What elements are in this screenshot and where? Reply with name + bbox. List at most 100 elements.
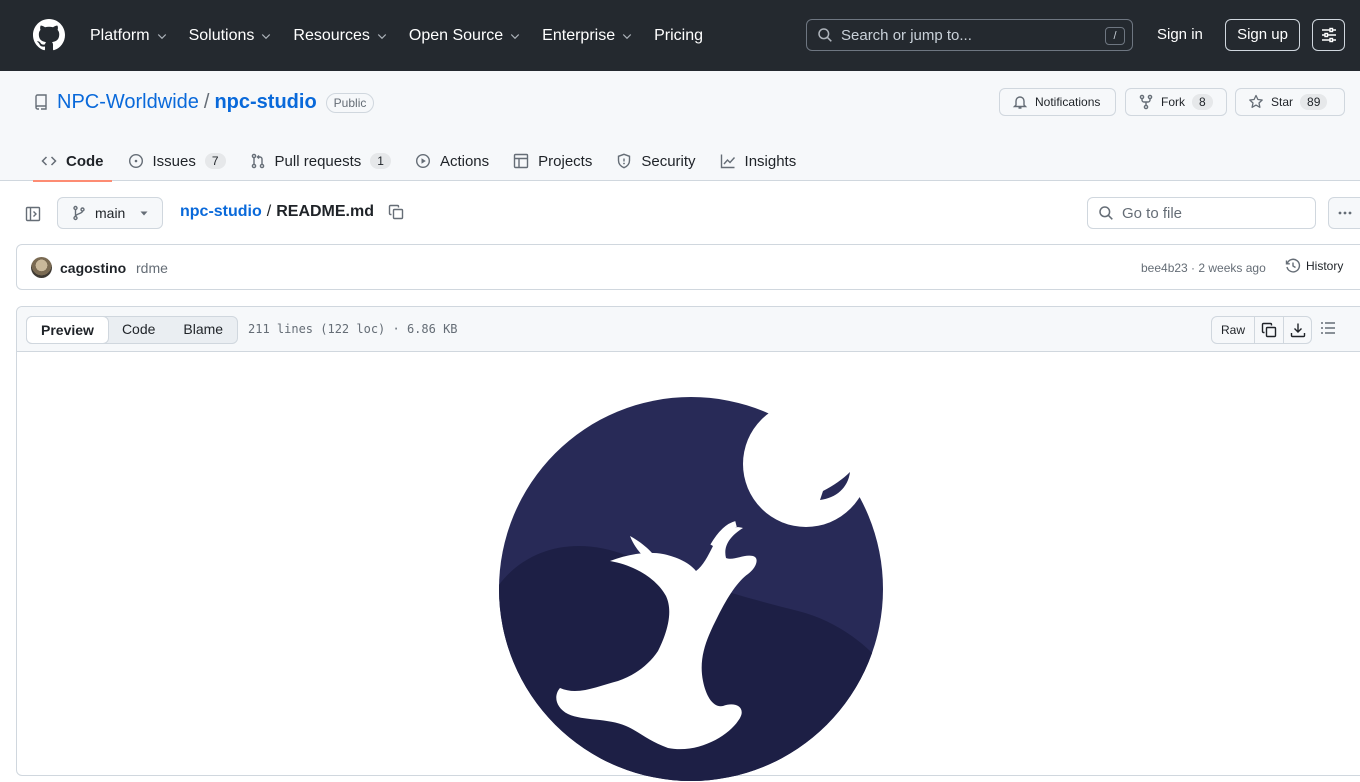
- nav-resources-label: Resources: [293, 26, 370, 44]
- howling-creature-moon-logo-icon: [499, 397, 883, 781]
- breadcrumb-repo-link[interactable]: npc-studio: [180, 203, 262, 221]
- nav-open-source[interactable]: Open Source: [409, 27, 521, 45]
- avatar[interactable]: [31, 257, 52, 278]
- tab-issues[interactable]: Issues 7: [120, 141, 234, 181]
- graph-icon: [720, 154, 735, 169]
- chevron-down-icon: [157, 33, 166, 39]
- branch-selector-button[interactable]: main: [57, 197, 163, 229]
- star-label: Star: [1271, 95, 1294, 109]
- raw-button[interactable]: Raw: [1212, 317, 1256, 343]
- nav-solutions[interactable]: Solutions: [189, 27, 273, 45]
- tab-security[interactable]: Security: [608, 141, 703, 181]
- shield-icon: [618, 153, 631, 169]
- view-blame-button[interactable]: Blame: [169, 316, 237, 344]
- search-placeholder: Search or jump to...: [841, 26, 972, 44]
- file-tree-toggle-button[interactable]: [17, 198, 49, 230]
- breadcrumb-file-name: README.md: [276, 203, 374, 220]
- code-icon: [41, 156, 57, 166]
- file-actions-group: Raw: [1211, 316, 1313, 344]
- star-button[interactable]: Star 89: [1235, 88, 1345, 116]
- notifications-button[interactable]: Notifications: [999, 88, 1116, 116]
- file-viewer-toolbar: Preview Code Blame 211 lines (122 loc) ·…: [17, 307, 1360, 352]
- branch-icon: [73, 205, 85, 221]
- go-to-file-input[interactable]: Go to file: [1087, 197, 1316, 229]
- repo-tabs: Code Issues 7 Pull requests 1 Actions Pr…: [33, 141, 812, 182]
- download-button[interactable]: [1283, 317, 1311, 343]
- file-viewer: Preview Code Blame 211 lines (122 loc) ·…: [16, 306, 1360, 781]
- fork-label: Fork: [1161, 95, 1185, 109]
- nav-pricing-label: Pricing: [654, 26, 703, 44]
- nav-pricing[interactable]: Pricing: [654, 27, 703, 45]
- branch-name: main: [95, 205, 126, 221]
- fork-button[interactable]: Fork 8: [1125, 88, 1227, 116]
- tab-code-label: Code: [66, 152, 104, 170]
- search-icon: [1099, 206, 1113, 220]
- list-unordered-icon: [1321, 322, 1335, 334]
- nav-open-source-label: Open Source: [408, 26, 504, 44]
- notifications-label: Notifications: [1035, 95, 1101, 109]
- pull-requests-count: 1: [370, 153, 391, 169]
- readme-logo-image: [498, 396, 884, 782]
- commit-message-link[interactable]: rdme: [136, 260, 168, 276]
- tab-projects-label: Projects: [538, 152, 593, 170]
- repo-owner-link[interactable]: NPC-Worldwide: [57, 91, 199, 114]
- table-icon: [513, 153, 529, 169]
- search-shortcut-key: /: [1105, 27, 1125, 45]
- sliders-icon: [1321, 27, 1336, 43]
- view-mode-switch: Preview Code Blame: [26, 316, 239, 344]
- nav-enterprise[interactable]: Enterprise: [542, 27, 633, 45]
- view-code-button[interactable]: Code: [108, 316, 169, 344]
- go-to-file-placeholder: Go to file: [1122, 204, 1183, 222]
- tab-projects[interactable]: Projects: [505, 141, 600, 181]
- issues-count: 7: [204, 153, 226, 169]
- commit-hash-time[interactable]: bee4b23 · 2 weeks ago: [1141, 261, 1266, 275]
- history-icon: [1285, 258, 1301, 273]
- github-logo-icon[interactable]: [33, 19, 65, 51]
- chevron-down-icon: [377, 33, 387, 39]
- repo-icon: [35, 94, 47, 110]
- bell-icon: [1012, 96, 1028, 109]
- nav-platform-label: Platform: [90, 26, 150, 44]
- chevron-down-icon: [622, 33, 632, 39]
- sign-in-link[interactable]: Sign in: [1150, 19, 1210, 51]
- nav-solutions-label: Solutions: [188, 26, 255, 44]
- global-header: Platform Solutions Resources Open Source…: [0, 0, 1360, 71]
- history-button[interactable]: History: [1285, 258, 1343, 274]
- caret-down-icon: [140, 211, 148, 216]
- tab-pull-requests[interactable]: Pull requests 1: [242, 141, 399, 181]
- view-preview-button[interactable]: Preview: [26, 316, 109, 344]
- history-label: History: [1306, 259, 1344, 273]
- breadcrumb-separator: /: [266, 203, 272, 220]
- breadcrumb: npc-studio / README.md: [180, 203, 404, 221]
- tab-pull-requests-label: Pull requests: [274, 152, 362, 170]
- visibility-badge: Public: [325, 92, 375, 113]
- tab-insights[interactable]: Insights: [712, 141, 805, 181]
- pull-request-icon: [251, 153, 264, 169]
- nav-platform[interactable]: Platform: [90, 27, 168, 45]
- file-info: 211 lines (122 loc) · 6.86 KB: [248, 322, 458, 336]
- repo-name-link[interactable]: npc-studio: [214, 91, 316, 114]
- repo-title-separator: /: [203, 91, 210, 113]
- star-count: 89: [1300, 94, 1328, 110]
- chevron-down-icon: [510, 33, 520, 39]
- tab-code[interactable]: Code: [33, 141, 112, 182]
- copy-icon[interactable]: [388, 204, 404, 220]
- repository-header: NPC-Worldwide / npc-studio Public Notifi…: [0, 71, 1360, 182]
- tab-insights-label: Insights: [744, 152, 797, 170]
- repo-title: NPC-Worldwide / npc-studio Public: [57, 91, 375, 114]
- issue-icon: [128, 153, 143, 169]
- copy-raw-button[interactable]: [1255, 317, 1283, 343]
- kebab-horizontal-icon: [1338, 211, 1352, 215]
- settings-menu-button[interactable]: [1312, 19, 1345, 51]
- outline-button[interactable]: [1320, 320, 1336, 336]
- tab-security-label: Security: [641, 152, 696, 170]
- chevron-down-icon: [262, 33, 271, 39]
- commit-author-link[interactable]: cagostino: [60, 260, 126, 276]
- play-icon: [415, 153, 430, 169]
- nav-resources[interactable]: Resources: [293, 27, 387, 45]
- global-search-input[interactable]: Search or jump to... /: [806, 19, 1133, 51]
- sign-up-button[interactable]: Sign up: [1225, 19, 1300, 51]
- tab-actions[interactable]: Actions: [407, 141, 497, 181]
- more-options-button[interactable]: [1328, 197, 1360, 229]
- latest-commit-bar: cagostino rdme bee4b23 · 2 weeks ago His…: [16, 244, 1360, 290]
